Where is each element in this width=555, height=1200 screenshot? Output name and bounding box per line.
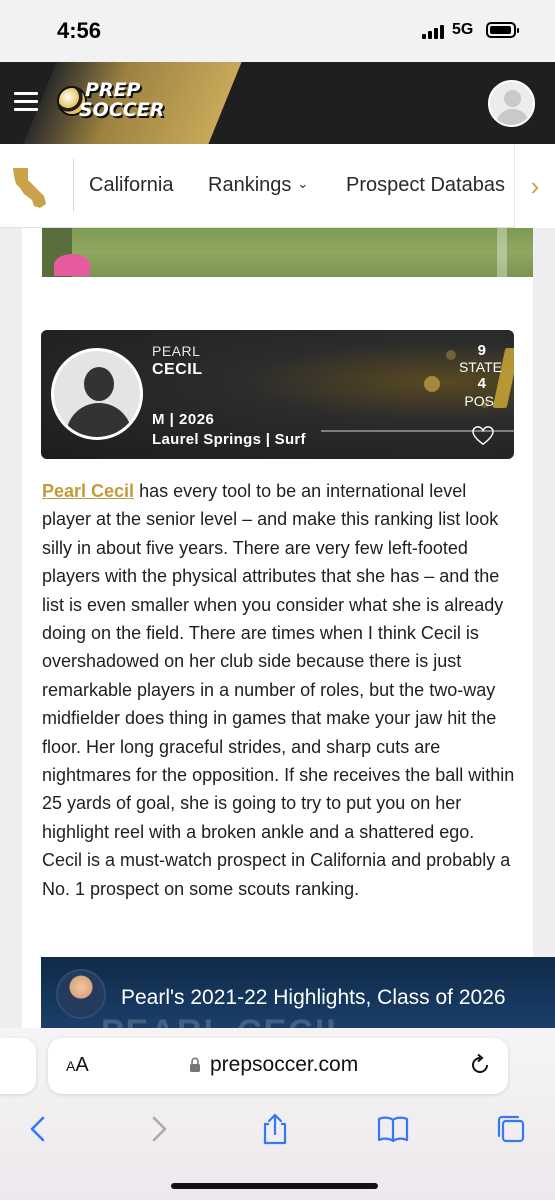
heart-icon[interactable]: [472, 426, 494, 446]
nav-scroll-right-icon[interactable]: ›: [514, 144, 555, 228]
back-icon[interactable]: [22, 1112, 56, 1146]
state-rank-label: STATE: [458, 359, 502, 375]
hero-image: [42, 228, 533, 277]
article-text: Pearl Cecil has every tool to be an inte…: [42, 477, 517, 903]
california-state-icon[interactable]: [10, 166, 50, 210]
prep-soccer-logo[interactable]: PREP SOCCER: [57, 80, 172, 128]
player-last-name: CECIL: [152, 361, 203, 378]
player-card[interactable]: PEARL CECIL M | 2026 Laurel Springs | Su…: [41, 330, 514, 459]
reload-icon[interactable]: [468, 1053, 492, 1077]
previous-tab-bar[interactable]: [0, 1038, 36, 1094]
position-rank-label: POS: [464, 393, 494, 409]
lock-icon: [190, 1057, 200, 1072]
player-profile-link[interactable]: Pearl Cecil: [42, 481, 134, 501]
hamburger-menu-icon[interactable]: [14, 92, 38, 112]
tabs-icon[interactable]: [494, 1112, 528, 1146]
cellular-signal-icon: [422, 25, 444, 39]
nav-item-california[interactable]: California: [89, 174, 173, 197]
nav-item-prospect-database[interactable]: Prospect Databas: [346, 174, 505, 197]
chevron-down-icon: ⌄: [297, 176, 309, 191]
text-size-button[interactable]: AAAA: [66, 1054, 89, 1077]
player-club: Laurel Springs | Surf: [152, 431, 306, 448]
browser-toolbar: AAAA prepsoccer.com: [0, 1028, 555, 1200]
forward-icon[interactable]: [141, 1112, 175, 1146]
url-text: prepsoccer.com: [210, 1053, 359, 1076]
video-title: Pearl's 2021-22 Highlights, Class of 202…: [121, 986, 506, 1009]
network-type: 5G: [452, 21, 474, 38]
nav-item-rankings-label: Rankings: [208, 174, 292, 196]
status-time: 4:56: [57, 18, 102, 43]
article-body: has every tool to be an international le…: [42, 481, 515, 899]
state-nav-bar: California Rankings ⌄ Prospect Databas ›: [0, 144, 555, 228]
site-header: PREP SOCCER: [0, 62, 555, 144]
video-background-text: PEARL CECIL: [101, 1013, 349, 1029]
position-rank-value: 4: [477, 375, 486, 392]
address-bar[interactable]: AAAA prepsoccer.com: [48, 1038, 508, 1094]
status-bar: 4:56 5G: [0, 0, 555, 62]
logo-text-line1: PREP: [85, 79, 141, 101]
share-icon[interactable]: [258, 1112, 292, 1146]
user-avatar-button[interactable]: [488, 80, 535, 127]
highlight-video[interactable]: PEARL CECIL Pearl's 2021-22 Highlights, …: [41, 957, 555, 1029]
player-photo: [51, 348, 143, 440]
logo-text-line2: SOCCER: [79, 99, 165, 121]
player-position-class: M | 2026: [152, 411, 215, 428]
state-rank-value: 9: [477, 342, 486, 359]
bookmarks-icon[interactable]: [376, 1112, 410, 1146]
nav-item-rankings[interactable]: Rankings ⌄: [208, 174, 308, 197]
battery-icon: [486, 22, 519, 38]
video-channel-avatar: [56, 969, 106, 1019]
nav-divider: [73, 159, 74, 211]
player-first-name: PEARL: [152, 343, 201, 359]
home-indicator[interactable]: [171, 1183, 378, 1189]
